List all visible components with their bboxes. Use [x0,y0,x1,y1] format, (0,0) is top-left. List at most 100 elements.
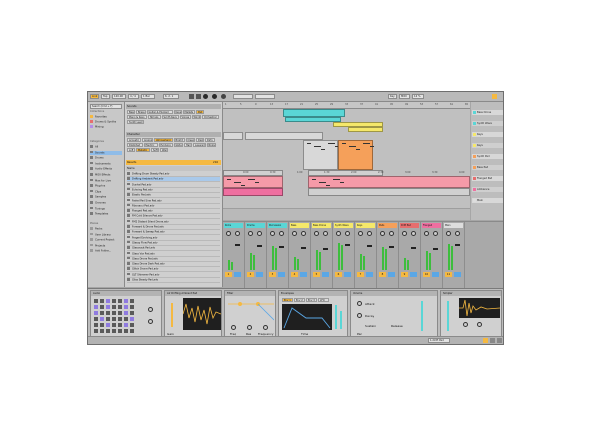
loop-length-field[interactable] [255,94,275,99]
track-header[interactable]: Synth Wave [472,121,503,126]
filter-tag[interactable]: Piano & Keys [127,115,147,119]
drum-pad[interactable] [106,299,110,303]
midi-map-button[interactable]: MIDI [399,94,410,99]
drum-pad[interactable] [106,329,110,333]
mixer-channel[interactable]: Bass Drone 5 [311,222,333,288]
freq-knob[interactable] [231,325,236,330]
filter-tag[interactable]: Soft [151,148,159,152]
filter-tag[interactable]: Atmospheric [154,138,173,142]
volume-fader[interactable] [323,248,328,250]
solo-button[interactable] [344,272,351,277]
track-number[interactable]: 11 [445,272,452,277]
drum-pad[interactable] [106,311,110,315]
result-item[interactable]: Drifting Drum Steady Pad.adv [127,172,220,177]
filter-tag[interactable]: Synth Lead [127,120,144,124]
envelope-tab[interactable]: LFO [318,298,329,302]
category-item[interactable]: Instruments [90,161,122,166]
quantize-menu[interactable]: 1 Bar [141,94,155,99]
pan-knob[interactable] [235,231,240,236]
solo-button[interactable] [234,272,241,277]
send-knob[interactable] [358,231,363,236]
track-number[interactable]: 5 [313,272,320,277]
volume-fader[interactable] [433,248,438,250]
drum-pad[interactable] [124,323,128,327]
drum-pad[interactable] [100,305,104,309]
clip[interactable] [283,109,345,117]
volume-fader[interactable] [301,247,306,249]
track-number[interactable]: 9 [401,272,408,277]
drum-pad[interactable] [112,299,116,303]
send-knob[interactable] [380,231,385,236]
device-toggle-icon[interactable] [483,338,488,343]
filter-tag[interactable]: Distorted [127,143,143,147]
solo-button[interactable] [322,272,329,277]
filter-tag[interactable]: Synth Keys [161,115,179,119]
envelope-tab[interactable]: Env 2 [294,298,305,302]
filter-tag[interactable]: Pad [196,110,204,114]
result-item[interactable]: FM2 Distant Silent Drone.adv [127,219,220,225]
drum-pad[interactable] [100,299,104,303]
mixer-channel[interactable]: Drift Pad 9 [399,222,421,288]
instrument-device[interactable]: Air Drifting Ambient Pad Gain [164,290,222,338]
solo-button[interactable] [366,272,373,277]
filter-tag[interactable]: Layered [193,143,206,147]
detail-toggle-icon[interactable] [497,338,502,343]
result-item[interactable]: Glass Drone Dark Pad.adv [127,262,220,268]
drum-pad[interactable] [112,329,116,333]
filter-tag[interactable]: Electric [143,143,158,147]
result-item[interactable]: GLT Shimmer Pad.adv [127,272,220,278]
filter-device[interactable]: Filter Freq Res Frequency [224,290,276,338]
volume-fader[interactable] [389,246,394,248]
send-knob[interactable] [314,231,319,236]
pan-knob[interactable] [279,231,284,236]
clip[interactable] [308,188,470,196]
time-signature-field[interactable]: 4 / 4 [128,94,139,99]
drum-pad[interactable] [118,305,122,309]
drum-pad[interactable] [100,311,104,315]
track-header[interactable]: Keys [472,132,503,137]
filter-tag[interactable]: Noisy [206,143,216,147]
drum-pad[interactable] [118,299,122,303]
drum-pad[interactable] [118,329,122,333]
category-item[interactable]: Samples [90,195,122,199]
record-icon[interactable] [203,94,208,99]
drum-pad[interactable] [112,305,116,309]
collection-item[interactable]: Mixing [90,125,122,129]
beat-ruler[interactable]: 1 5 9 13 17 21 25 29 33 37 41 45 49 53 57 61 65 [223,102,470,109]
category-item[interactable]: All [90,145,122,149]
filter-tag[interactable]: Guitar & Plucked [146,110,173,114]
pan-knob[interactable] [301,231,306,236]
result-item[interactable]: Gliss Steady Pad.adv [127,278,220,283]
track-header[interactable]: Bass Drone [472,110,503,115]
loop-icon[interactable] [221,94,226,99]
search-input[interactable]: Search (Cmd + F) [90,104,122,109]
track-number[interactable]: 1 [225,272,232,277]
wavetable-display[interactable] [182,298,222,330]
category-item[interactable]: Templates [90,212,122,216]
drum-pad[interactable] [94,311,98,315]
result-item[interactable]: Forward & Drone Pad.adv [127,225,220,230]
category-item[interactable]: Grooves [90,201,122,205]
volume-fader[interactable] [411,247,416,249]
solo-button[interactable] [300,272,307,277]
send-knob[interactable] [424,231,429,236]
clip[interactable] [308,176,470,188]
drum-pad[interactable] [130,305,134,309]
result-item[interactable]: Echoing Pad.adv [127,187,220,193]
mixer-channel[interactable]: Drums 2 [245,222,267,288]
track-number[interactable]: 10 [423,272,430,277]
result-item[interactable]: Glassy Flow Pad.adv [127,240,220,246]
track-header[interactable]: Ambience [472,187,503,192]
send-knob[interactable] [292,231,297,236]
result-item[interactable]: FM Cold Silence Pad.adv [127,214,220,220]
tap-button[interactable]: Tap [101,94,110,99]
drum-pad[interactable] [94,317,98,321]
pan-knob[interactable] [433,231,438,236]
result-item[interactable]: Faded Pad Sine Pad.adv [127,198,220,204]
solo-button[interactable] [410,272,417,277]
drum-macro-knob[interactable] [148,307,153,312]
drum-pad[interactable] [130,317,134,321]
pan-knob[interactable] [357,313,362,318]
loop-start-field[interactable] [233,94,253,99]
solo-button[interactable] [388,272,395,277]
